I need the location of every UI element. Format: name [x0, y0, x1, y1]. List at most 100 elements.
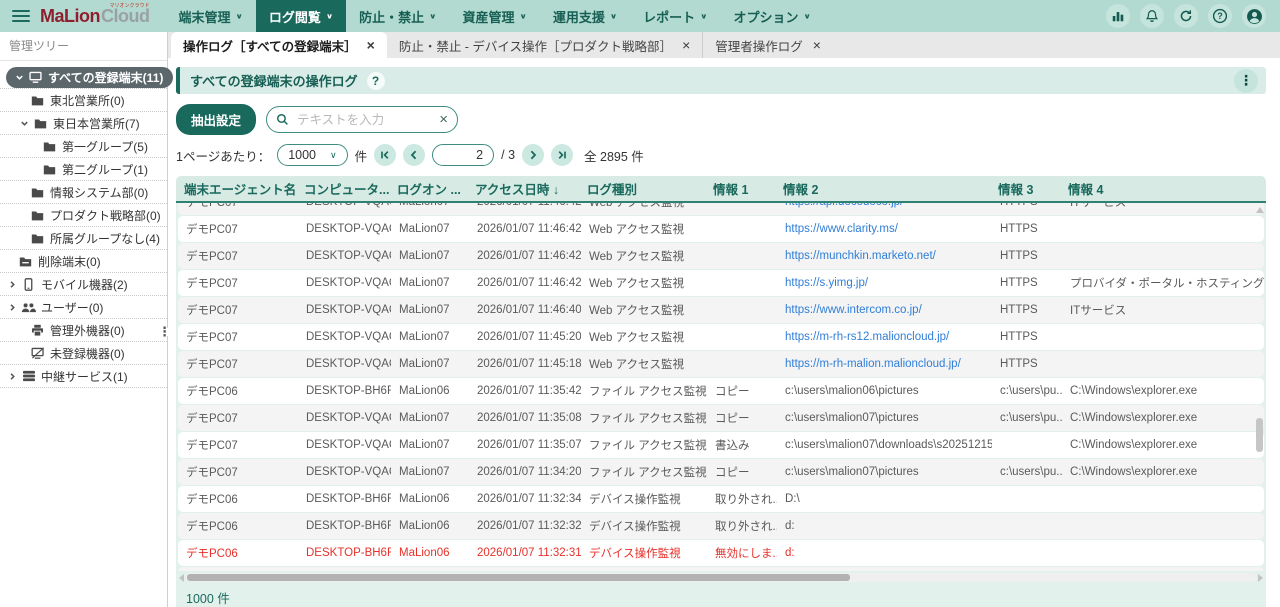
- tree-item[interactable]: プロダクト戦略部(0): [0, 204, 167, 227]
- page-number-input[interactable]: [432, 144, 494, 166]
- column-header[interactable]: 情報 2: [775, 179, 990, 198]
- per-page-select[interactable]: 1000 ∨: [277, 144, 347, 166]
- bar-chart-icon[interactable]: [1106, 4, 1130, 28]
- column-header[interactable]: ログ種別: [579, 179, 705, 198]
- vertical-scrollbar-thumb[interactable]: [1256, 418, 1263, 452]
- chevron-down-icon[interactable]: [18, 119, 30, 128]
- chevron-right-icon[interactable]: [6, 372, 18, 381]
- table-cell: DESKTOP-VQAC...: [298, 203, 391, 208]
- column-header[interactable]: ログオン ...: [389, 179, 467, 198]
- url-link[interactable]: https://munchkin.marketo.net/: [777, 250, 992, 262]
- help-badge[interactable]: ?: [367, 72, 385, 90]
- table-row[interactable]: デモPC07DESKTOP-VQAC...MaLion072026/01/07 …: [178, 351, 1264, 377]
- table-cell: デモPC06: [178, 491, 298, 507]
- column-header[interactable]: アクセス日時 ↓: [467, 179, 579, 198]
- prev-page-button[interactable]: [403, 144, 425, 166]
- url-link[interactable]: https://s.yimg.jp/: [777, 277, 992, 289]
- search-input[interactable]: [295, 112, 433, 128]
- nav-item-ログ閲覧[interactable]: ログ閲覧∨: [256, 0, 346, 32]
- tab-label: 防止・禁止 - デバイス操作［プロダクト戦略部］: [399, 36, 672, 55]
- tree-item[interactable]: 中継サービス(1): [0, 365, 167, 388]
- table-body: デモPC07DESKTOP-VQAC...MaLion072026/01/07 …: [176, 203, 1266, 571]
- table-cell: DESKTOP-VQAC...: [298, 223, 391, 235]
- tree-item[interactable]: 第一グループ(5): [0, 135, 167, 158]
- tree-item[interactable]: 情報システム部(0): [0, 181, 167, 204]
- tab[interactable]: 操作ログ［すべての登録端末］×: [171, 32, 387, 58]
- url-link[interactable]: https://www.clarity.ms/: [777, 223, 992, 235]
- tree-item[interactable]: ユーザー(0): [0, 296, 167, 319]
- table-row[interactable]: デモPC07DESKTOP-VQAC...MaLion072026/01/07 …: [178, 324, 1264, 350]
- table-row[interactable]: デモPC07DESKTOP-VQAC...MaLion072026/01/07 …: [178, 243, 1264, 269]
- nav-item-端末管理[interactable]: 端末管理∨: [166, 0, 256, 32]
- nav-item-オプション[interactable]: オプション∨: [720, 0, 823, 32]
- tree-item[interactable]: 未登録機器(0): [0, 342, 167, 365]
- last-page-button[interactable]: [551, 144, 573, 166]
- table-cell: ITサービス: [1062, 203, 1264, 210]
- close-icon[interactable]: ×: [813, 38, 821, 52]
- url-link[interactable]: https://www.intercom.co.jp/: [777, 304, 992, 316]
- url-link[interactable]: https://m-rh-malion.malioncloud.jp/: [777, 358, 992, 370]
- tree-item[interactable]: 第二グループ(1): [0, 158, 167, 181]
- table-row[interactable]: デモPC07DESKTOP-VQAC...MaLion072026/01/07 …: [178, 270, 1264, 296]
- column-header[interactable]: コンピュータ...: [296, 179, 389, 198]
- table-row[interactable]: デモPC07DESKTOP-VQAC...MaLion072026/01/07 …: [178, 203, 1264, 215]
- help-icon[interactable]: ?: [1208, 4, 1232, 28]
- logo-ruby-text: マリオンクラウド: [109, 2, 149, 9]
- nav-item-運用支援[interactable]: 運用支援∨: [540, 0, 630, 32]
- url-link[interactable]: https://m-rh-rs12.malioncloud.jp/: [777, 331, 992, 343]
- column-header[interactable]: 情報 4: [1060, 179, 1266, 198]
- table-row[interactable]: デモPC07DESKTOP-VQAC...MaLion072026/01/07 …: [178, 405, 1264, 431]
- first-page-button[interactable]: [374, 144, 396, 166]
- table-row[interactable]: デモPC06DESKTOP-BH6RI...MaLion062026/01/07…: [178, 513, 1264, 539]
- table-row[interactable]: デモPC06DESKTOP-BH6RI...MaLion062026/01/07…: [178, 378, 1264, 404]
- extract-settings-button[interactable]: 抽出設定: [176, 104, 256, 135]
- table-row[interactable]: デモPC07DESKTOP-VQAC...MaLion072026/01/07 …: [178, 216, 1264, 242]
- tree-item[interactable]: 所属グループなし(4): [0, 227, 167, 250]
- table-row[interactable]: デモPC06DESKTOP-BH6RI...MaLion062026/01/07…: [178, 540, 1264, 566]
- nav-item-レポート[interactable]: レポート∨: [630, 0, 720, 32]
- next-page-button[interactable]: [522, 144, 544, 166]
- clear-search-icon[interactable]: ×: [439, 112, 448, 127]
- chevron-down-icon[interactable]: [13, 73, 25, 82]
- account-icon[interactable]: [1242, 4, 1266, 28]
- chevron-right-icon[interactable]: [6, 280, 18, 289]
- tree-item[interactable]: すべての登録端末(11): [0, 66, 167, 89]
- tree-item[interactable]: 削除端末(0): [0, 250, 167, 273]
- close-icon[interactable]: ×: [367, 38, 375, 52]
- scroll-left-icon[interactable]: [179, 574, 184, 582]
- chevron-right-icon[interactable]: [6, 303, 18, 312]
- table-cell: Web アクセス監視: [581, 221, 707, 237]
- column-header[interactable]: 情報 1: [705, 179, 775, 198]
- tab[interactable]: 防止・禁止 - デバイス操作［プロダクト戦略部］ ×: [387, 32, 702, 58]
- horizontal-scrollbar[interactable]: [176, 571, 1266, 584]
- tab[interactable]: 管理者操作ログ×: [702, 32, 833, 58]
- column-header[interactable]: 情報 3: [990, 179, 1060, 198]
- table-cell: ファイル アクセス監視: [581, 437, 707, 453]
- url-link[interactable]: https://api.docodoco.jp/: [777, 203, 992, 208]
- bell-icon[interactable]: [1140, 4, 1164, 28]
- nav-item-防止・禁止[interactable]: 防止・禁止∨: [346, 0, 449, 32]
- table-cell: 2026/01/07 11:46:42: [469, 250, 581, 262]
- scroll-right-icon[interactable]: [1258, 574, 1263, 582]
- tree-item-label: モバイル機器(2): [41, 276, 128, 293]
- column-header[interactable]: 端末エージェント名: [176, 179, 296, 198]
- close-icon[interactable]: ×: [682, 38, 690, 52]
- refresh-icon[interactable]: [1174, 4, 1198, 28]
- hamburger-menu-icon[interactable]: [12, 10, 30, 23]
- table-row[interactable]: デモPC07DESKTOP-VQAC...MaLion072026/01/07 …: [178, 432, 1264, 458]
- panel-splitter-handle[interactable]: ⋮: [158, 328, 171, 336]
- table-cell: プロバイダ・ポータル・ホスティング: [1062, 275, 1264, 291]
- horizontal-scrollbar-thumb[interactable]: [187, 574, 850, 581]
- table-row[interactable]: デモPC07DESKTOP-VQAC...MaLion072026/01/07 …: [178, 297, 1264, 323]
- kebab-menu-icon[interactable]: ⋮: [1234, 69, 1258, 93]
- table-row[interactable]: デモPC07DESKTOP-VQAC...MaLion072026/01/07 …: [178, 459, 1264, 485]
- nav-item-資産管理[interactable]: 資産管理∨: [449, 0, 539, 32]
- tree-item[interactable]: 東北営業所(0): [0, 89, 167, 112]
- vertical-scrollbar[interactable]: [1255, 205, 1264, 565]
- tree-item[interactable]: 東日本営業所(7): [0, 112, 167, 135]
- tree-item[interactable]: 管理外機器(0): [0, 319, 167, 342]
- table-cell: HTTPS: [992, 304, 1062, 316]
- tree-item[interactable]: モバイル機器(2): [0, 273, 167, 296]
- table-cell: デモPC07: [178, 437, 298, 453]
- table-row[interactable]: デモPC06DESKTOP-BH6RI...MaLion062026/01/07…: [178, 486, 1264, 512]
